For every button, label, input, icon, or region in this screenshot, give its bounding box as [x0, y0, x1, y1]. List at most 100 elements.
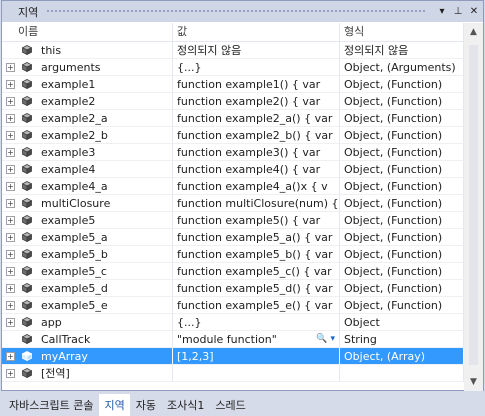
- value-cell[interactable]: function example4_a()x { v: [173, 178, 340, 195]
- text-visualizer-tools[interactable]: 🔍 ▾: [316, 331, 335, 347]
- value-cell[interactable]: 정의되지 않음: [173, 42, 340, 59]
- name-cell: + app: [2, 314, 173, 331]
- close-icon[interactable]: ✕: [467, 5, 481, 19]
- expand-plus-icon[interactable]: +: [6, 301, 15, 310]
- type-cell: Object, (Function): [340, 178, 464, 195]
- expand-plus-icon[interactable]: +: [6, 250, 15, 259]
- locals-row[interactable]: + multiClosure function multiClosure(num) …: [2, 195, 464, 212]
- tab-threads[interactable]: 스레드: [210, 394, 250, 416]
- pin-icon[interactable]: ⊥: [451, 5, 465, 19]
- object-cube-icon: [22, 283, 32, 293]
- variable-name: example5_e: [41, 299, 108, 312]
- variable-name: myArray: [41, 350, 88, 363]
- variable-value: function example5() { var: [177, 214, 321, 227]
- locals-row[interactable]: + example1 function example1() { var Object…: [2, 76, 464, 93]
- expand-plus-icon[interactable]: +: [6, 114, 15, 123]
- value-cell[interactable]: function example3() { var: [173, 144, 340, 161]
- window-position-dropdown-icon[interactable]: ▾: [435, 5, 449, 19]
- name-cell: + example1: [2, 76, 173, 93]
- tab-javascript-console[interactable]: 자바스크립트 콘솔: [4, 394, 98, 416]
- locals-row[interactable]: this 정의되지 않음 정의되지 않음: [2, 42, 464, 59]
- object-cube-icon: [22, 96, 32, 106]
- value-cell[interactable]: [1,2,3]: [173, 348, 340, 365]
- value-cell[interactable]: function example2_a() { var: [173, 110, 340, 127]
- value-cell[interactable]: function example2() { var: [173, 93, 340, 110]
- locals-row[interactable]: + example2 function example2() { var Object…: [2, 93, 464, 110]
- value-cell[interactable]: function example5_a() { var: [173, 229, 340, 246]
- expand-plus-icon[interactable]: +: [6, 148, 15, 157]
- expand-plus-icon[interactable]: +: [6, 80, 15, 89]
- value-cell[interactable]: function example5() { var: [173, 212, 340, 229]
- value-cell[interactable]: function example1() { var: [173, 76, 340, 93]
- value-cell[interactable]: function example5_b() { var: [173, 246, 340, 263]
- locals-row[interactable]: + example5_b function example5_b() { var Ob…: [2, 246, 464, 263]
- variable-name: arguments: [41, 61, 101, 74]
- value-cell[interactable]: "module function" 🔍 ▾: [173, 331, 340, 348]
- locals-row[interactable]: + myArray [1,2,3] Object, (Array): [2, 348, 464, 365]
- tab-watch1[interactable]: 조사식1: [162, 394, 209, 416]
- object-cube-icon: [22, 249, 32, 259]
- expand-plus-icon[interactable]: +: [6, 284, 15, 293]
- locals-row[interactable]: + arguments {...} Object, (Arguments): [2, 59, 464, 76]
- locals-row[interactable]: + example5_c function example5_c() { var Ob…: [2, 263, 464, 280]
- variable-value: function example4_a()x { v: [177, 180, 328, 193]
- locals-row[interactable]: + example4_a function example4_a()x { v Obj…: [2, 178, 464, 195]
- scrollbar-thumb[interactable]: [469, 45, 478, 365]
- locals-row[interactable]: + example5 function example5() { var Object…: [2, 212, 464, 229]
- expand-plus-icon[interactable]: +: [6, 216, 15, 225]
- object-cube-icon: [22, 79, 32, 89]
- tab-autos[interactable]: 자동: [131, 394, 161, 416]
- expand-plus-icon[interactable]: +: [6, 352, 15, 361]
- variable-value: function example5_e() { var: [177, 299, 333, 312]
- expand-plus-icon[interactable]: +: [6, 63, 15, 72]
- locals-row[interactable]: + example2_b function example2_b() { var Ob…: [2, 127, 464, 144]
- expand-plus-icon[interactable]: +: [6, 267, 15, 276]
- expand-plus-icon[interactable]: +: [6, 165, 15, 174]
- value-cell[interactable]: [173, 365, 340, 382]
- value-cell[interactable]: function example4() { var: [173, 161, 340, 178]
- name-cell: CallTrack: [2, 331, 173, 348]
- variable-value: {...}: [177, 61, 202, 74]
- column-header-name[interactable]: 이름: [2, 23, 173, 41]
- value-cell[interactable]: function example5_e() { var: [173, 297, 340, 314]
- locals-row[interactable]: + example5_a function example5_a() { var Ob…: [2, 229, 464, 246]
- expand-plus-icon[interactable]: +: [6, 318, 15, 327]
- expand-plus-icon[interactable]: +: [6, 369, 15, 378]
- column-header-value[interactable]: 값: [173, 23, 340, 41]
- expand-plus-icon[interactable]: +: [6, 131, 15, 140]
- titlebar-grip[interactable]: [46, 9, 427, 14]
- value-cell[interactable]: function multiClosure(num) {: [173, 195, 340, 212]
- magnifier-icon[interactable]: 🔍: [316, 334, 327, 344]
- name-cell: + example5: [2, 212, 173, 229]
- value-cell[interactable]: function example5_c() { var: [173, 263, 340, 280]
- expand-plus-icon[interactable]: +: [6, 233, 15, 242]
- locals-grid: 이름 값 형식 this 정의되지 않음 정의되지 않음 + arguments {...…: [2, 23, 464, 391]
- locals-row[interactable]: + example4 function example4() { var Object…: [2, 161, 464, 178]
- variable-value: "module function": [177, 333, 277, 346]
- expand-plus-icon[interactable]: +: [6, 97, 15, 106]
- value-cell[interactable]: function example5_d() { var: [173, 280, 340, 297]
- locals-row[interactable]: + example5_d function example5_d() { var Ob…: [2, 280, 464, 297]
- locals-row[interactable]: + example5_e function example5_e() { var Ob…: [2, 297, 464, 314]
- value-cell[interactable]: {...}: [173, 59, 340, 76]
- value-cell[interactable]: function example2_b() { var: [173, 127, 340, 144]
- tab-locals[interactable]: 지역: [99, 393, 130, 416]
- locals-row[interactable]: + [전역]: [2, 365, 464, 382]
- name-cell: + example5_e: [2, 297, 173, 314]
- vertical-scrollbar[interactable]: ▲ ▼: [464, 23, 483, 391]
- locals-row[interactable]: CallTrack "module function" 🔍 ▾ String: [2, 331, 464, 348]
- locals-row[interactable]: + example2_a function example2_a() { var Ob…: [2, 110, 464, 127]
- locals-row[interactable]: + example3 function example3() { var Object…: [2, 144, 464, 161]
- type-cell: Object, (Function): [340, 246, 464, 263]
- locals-row[interactable]: + app {...} Object: [2, 314, 464, 331]
- column-header-type[interactable]: 형식: [340, 23, 464, 41]
- visualizer-dropdown-icon[interactable]: ▾: [328, 334, 335, 344]
- expand-plus-icon[interactable]: +: [6, 199, 15, 208]
- scroll-down-arrow-icon[interactable]: ▼: [468, 377, 479, 387]
- expand-plus-icon[interactable]: +: [6, 182, 15, 191]
- scroll-up-arrow-icon[interactable]: ▲: [468, 27, 479, 37]
- name-cell: + example4_a: [2, 178, 173, 195]
- object-cube-icon: [22, 300, 32, 310]
- object-cube-icon: [22, 62, 32, 72]
- value-cell[interactable]: {...}: [173, 314, 340, 331]
